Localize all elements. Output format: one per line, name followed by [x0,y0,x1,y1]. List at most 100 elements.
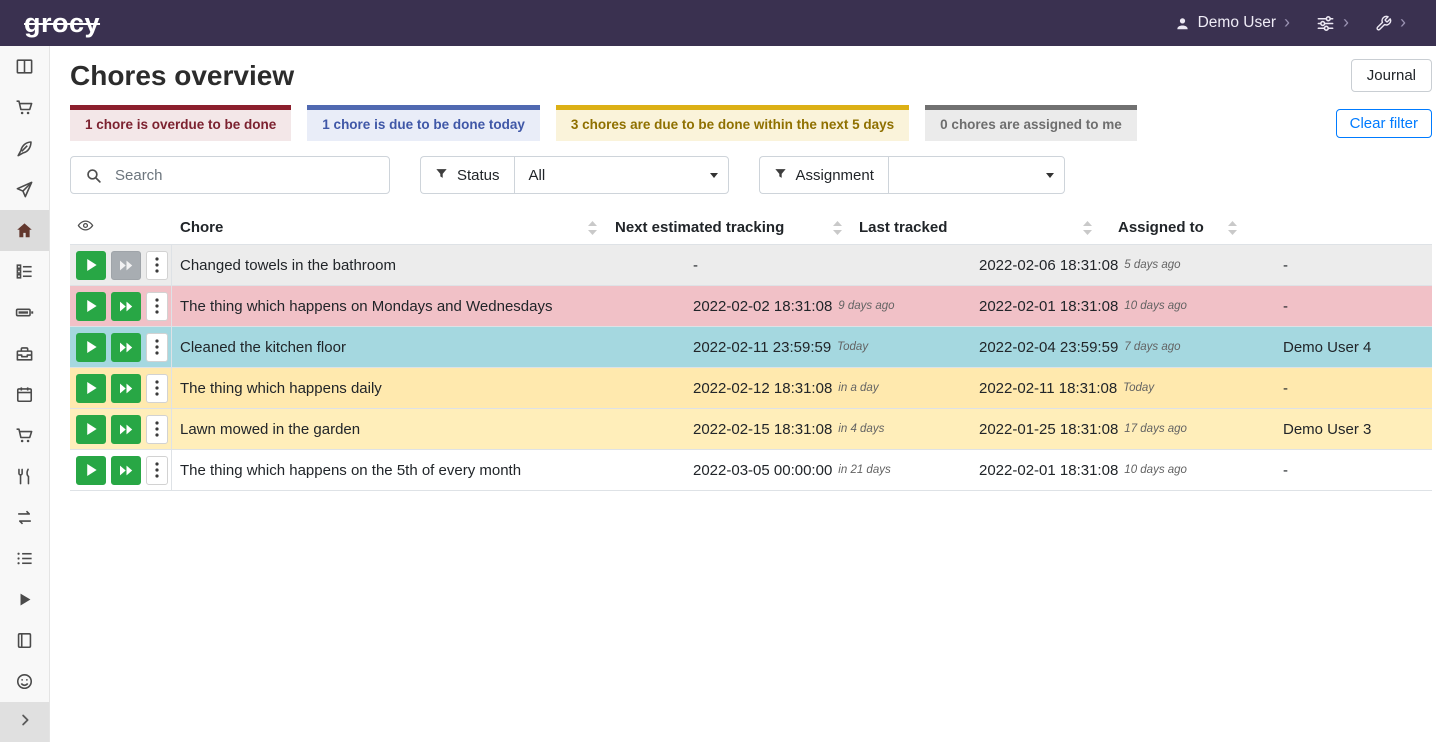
sidebar-item-calendar[interactable] [0,374,49,415]
sidebar-item-equipment[interactable] [0,333,49,374]
grocy-logo[interactable]: grocy [24,10,100,37]
sidebar-collapse-toggle[interactable] [0,702,49,742]
sort-icon [1228,221,1237,235]
skip-button[interactable] [111,415,141,444]
status-select-value: All [529,167,546,184]
sidebar-item-shopping-list[interactable] [0,87,49,128]
sidebar-item-purchase[interactable] [0,415,49,456]
chevron-right-icon: › [1343,13,1349,31]
last-tracked-date: 2022-02-01 18:31:08 [979,298,1118,315]
next-tracking-date: 2022-02-12 18:31:08 [693,380,832,397]
row-menu-button[interactable] [146,374,168,403]
last-tracked-timeago: 17 days ago [1124,423,1187,435]
last-tracked-timeago: 10 days ago [1124,464,1187,476]
skip-button[interactable] [111,456,141,485]
status-filter-due-soon[interactable]: 3 chores are due to be done within the n… [556,105,909,141]
search-input[interactable] [115,157,389,193]
track-execution-button[interactable] [76,456,106,485]
sort-icon [833,221,842,235]
journal-button[interactable]: Journal [1351,59,1432,92]
funnel-icon [435,167,448,184]
shopping-cart-icon [15,98,34,117]
assigned-to-cell: - [1275,368,1432,408]
sidebar-item-meal-plan[interactable] [0,169,49,210]
table-filter-row: Status All Assignment [70,156,1432,194]
status-filter-due-today[interactable]: 1 chore is due to be done today [307,105,540,141]
skip-button[interactable] [111,251,141,280]
track-execution-button[interactable] [76,415,106,444]
assignment-filter-group: Assignment [759,156,1065,194]
column-header-label: Chore [180,219,223,236]
row-menu-button[interactable] [146,415,168,444]
sidebar-item-batteries[interactable] [0,292,49,333]
status-filter-label: Status [420,156,514,194]
track-execution-button[interactable] [76,374,106,403]
status-filter-assigned-to-me[interactable]: 0 chores are assigned to me [925,105,1137,141]
track-execution-button[interactable] [76,251,106,280]
admin-menu[interactable]: › [1375,14,1406,32]
last-tracked-cell: 2022-01-25 18:31:08 17 days ago [970,409,1275,449]
last-tracked-date: 2022-01-25 18:31:08 [979,421,1118,438]
sort-icon [588,221,597,235]
table-header-row: Chore Next estimated tracking Last track… [70,211,1432,245]
clear-filter-button[interactable]: Clear filter [1336,109,1432,138]
sidebar-item-transfer[interactable] [0,497,49,538]
sidebar-item-chore-tracking[interactable] [0,579,49,620]
skip-button[interactable] [111,292,141,321]
row-menu-button[interactable] [146,292,168,321]
chevron-right-icon: › [1400,13,1406,31]
user-menu[interactable]: Demo User › [1175,14,1290,32]
track-execution-button[interactable] [76,333,106,362]
next-tracking-timeago: Today [837,341,868,353]
chore-name: Lawn mowed in the garden [172,409,683,449]
last-tracked-timeago: 10 days ago [1124,300,1187,312]
book-icon [15,631,34,650]
user-icon [1175,16,1190,31]
row-menu-button[interactable] [146,251,168,280]
sidebar-item-battery-tracking[interactable] [0,620,49,661]
sidebar-item-chores-overview[interactable] [0,210,49,251]
status-select[interactable]: All [514,156,729,194]
next-tracking-date: 2022-02-15 18:31:08 [693,421,832,438]
sort-icon [1083,221,1092,235]
user-menu-label: Demo User [1198,14,1276,32]
column-header-last-tracked[interactable]: Last tracked [850,219,1100,236]
row-menu-button[interactable] [146,456,168,485]
home-icon [15,221,34,240]
row-actions [70,286,172,326]
status-filter-group: Status All [420,156,729,194]
assignment-filter-text: Assignment [796,167,874,184]
column-header-assigned-to[interactable]: Assigned to [1100,219,1245,236]
assigned-to-cell: - [1275,245,1432,285]
row-menu-button[interactable] [146,333,168,362]
last-tracked-date: 2022-02-01 18:31:08 [979,462,1118,479]
topbar-menus: Demo User › › › [1175,14,1406,33]
next-tracking-date: 2022-02-02 18:31:08 [693,298,832,315]
chevron-right-icon: › [1284,13,1290,31]
track-execution-button[interactable] [76,292,106,321]
sidebar-item-dashboard[interactable] [0,46,49,87]
last-tracked-timeago: 7 days ago [1124,341,1180,353]
settings-menu[interactable]: › [1316,14,1349,33]
shopping-cart-icon [15,426,34,445]
assignment-select[interactable] [888,156,1065,194]
skip-button[interactable] [111,333,141,362]
paper-plane-icon [15,180,34,199]
sidebar-item-inventory[interactable] [0,538,49,579]
sidebar-item-consume[interactable] [0,456,49,497]
sidebar-item-recipes[interactable] [0,128,49,169]
wrench-icon [1375,15,1392,32]
next-tracking-date: 2022-02-11 23:59:59 [693,339,831,356]
column-header-chore[interactable]: Chore [172,219,605,236]
next-tracking-date: - [693,257,698,274]
main-content: Chores overview Journal 1 chore is overd… [50,46,1436,491]
next-tracking-timeago: in a day [838,382,878,394]
feather-icon [15,139,34,158]
sidebar-item-tasks[interactable] [0,251,49,292]
status-filter-overdue[interactable]: 1 chore is overdue to be done [70,105,291,141]
sidebar-item-user-settings[interactable] [0,661,49,702]
columns-icon [15,57,34,76]
column-header-next-estimated-tracking[interactable]: Next estimated tracking [605,219,850,236]
skip-button[interactable] [111,374,141,403]
chevron-right-icon [16,711,34,734]
